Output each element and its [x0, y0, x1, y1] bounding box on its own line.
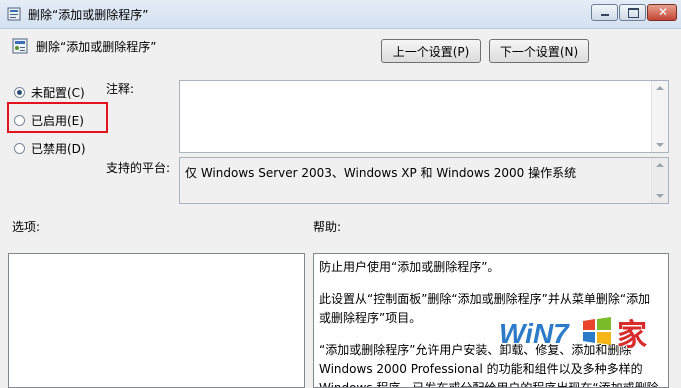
- supported-scrollbar[interactable]: [651, 158, 668, 203]
- enabled-highlight-box: [7, 102, 108, 133]
- comment-textarea[interactable]: [179, 80, 669, 153]
- win7-logo-icon: WiN7 家: [498, 317, 648, 354]
- scroll-down-icon[interactable]: [656, 194, 664, 198]
- maximize-icon: [628, 8, 639, 18]
- policy-app-icon: [7, 7, 21, 21]
- minimize-icon: [601, 14, 609, 16]
- scroll-down-icon[interactable]: [656, 143, 664, 147]
- window-title: 删除“添加或删除程序”: [28, 8, 149, 22]
- supported-platform-box: 仅 Windows Server 2003、Windows XP 和 Windo…: [179, 157, 669, 204]
- scroll-up-icon[interactable]: [656, 163, 664, 167]
- policy-title: 删除“添加或删除程序”: [36, 40, 157, 54]
- next-setting-button[interactable]: 下一个设置(N): [489, 39, 589, 63]
- previous-setting-button[interactable]: 上一个设置(P): [381, 39, 481, 63]
- radio-disabled[interactable]: 已禁用(D): [14, 140, 86, 157]
- radio-button[interactable]: [14, 143, 25, 154]
- supported-on-label: 支持的平台:: [106, 161, 171, 175]
- close-icon: ✕: [658, 5, 669, 19]
- radio-label: 已禁用(D): [31, 142, 86, 156]
- comment-scrollbar[interactable]: [651, 81, 668, 152]
- win7-watermark: WiN7 家: [497, 311, 677, 371]
- radio-not-configured[interactable]: 未配置(C): [14, 84, 85, 101]
- scroll-up-icon[interactable]: [656, 86, 664, 90]
- options-panel: [8, 253, 305, 388]
- watermark-win-text: WiN7: [499, 318, 570, 349]
- watermark-home-text: 家: [617, 318, 647, 353]
- comment-label: 注释:: [106, 82, 135, 96]
- title-bar: 删除“添加或删除程序” ✕: [0, 0, 681, 29]
- radio-button-checked[interactable]: [14, 87, 25, 98]
- help-label: 帮助:: [313, 220, 342, 234]
- options-label: 选项:: [12, 220, 41, 234]
- supported-platform-text: 仅 Windows Server 2003、Windows XP 和 Windo…: [185, 166, 577, 180]
- maximize-button[interactable]: [619, 4, 646, 21]
- radio-label: 未配置(C): [31, 86, 85, 100]
- close-button[interactable]: ✕: [647, 4, 677, 21]
- policy-setting-icon: [12, 38, 28, 54]
- help-paragraph: 防止用户使用“添加或删除程序”。: [319, 260, 500, 274]
- minimize-button[interactable]: [591, 4, 618, 21]
